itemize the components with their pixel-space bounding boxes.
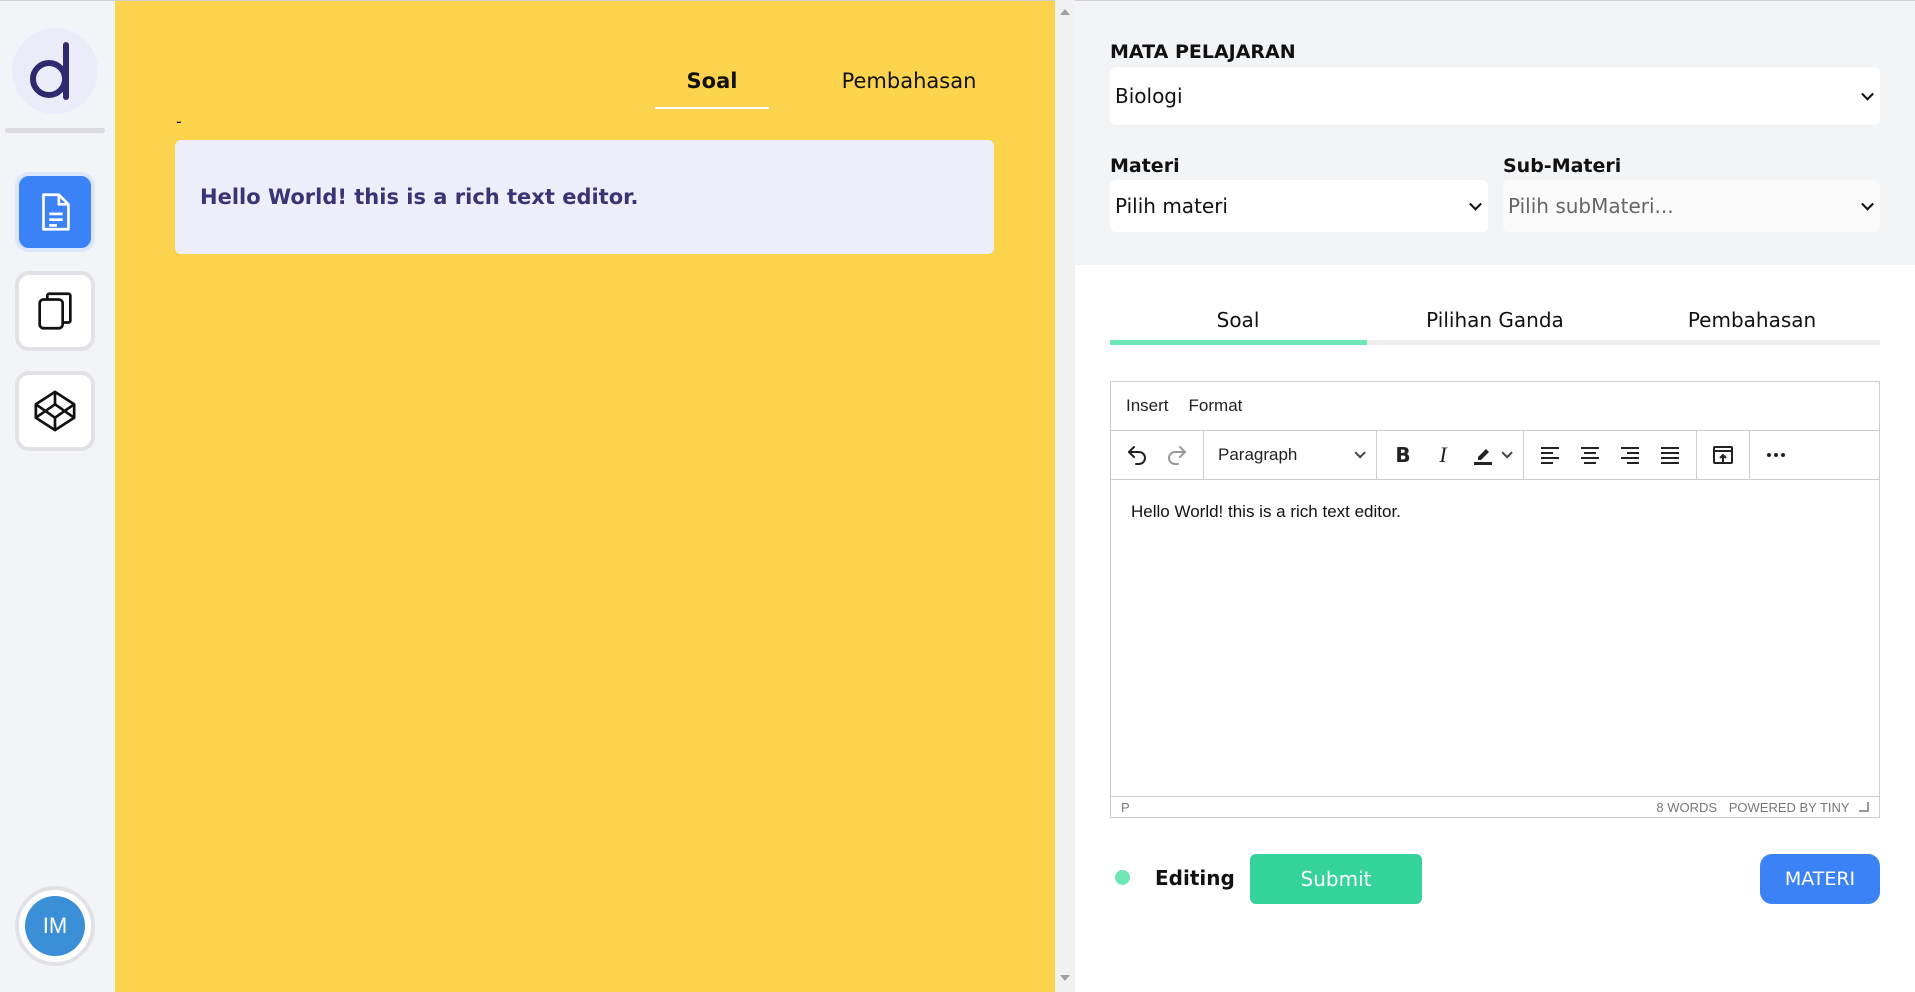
more-icon xyxy=(1767,453,1785,457)
materi-select-value: Pilih materi xyxy=(1115,194,1228,218)
copy-icon xyxy=(38,292,72,330)
preview-question-text: Hello World! this is a rich text editor. xyxy=(200,185,639,209)
nav-soal-button[interactable] xyxy=(15,172,95,252)
scroll-up-arrow-icon[interactable] xyxy=(1060,9,1070,15)
logo-d-icon xyxy=(30,42,69,100)
block-format-group: Paragraph xyxy=(1204,431,1377,479)
active-tab-indicator xyxy=(1110,340,1367,345)
align-right-icon xyxy=(1621,447,1639,464)
editor-toolbar: Paragraph B I xyxy=(1111,431,1879,480)
submateri-label: Sub-Materi xyxy=(1503,155,1622,177)
editor-paragraph[interactable]: Hello World! this is a rich text editor. xyxy=(1131,502,1859,522)
highlight-button[interactable] xyxy=(1463,437,1517,473)
highlight-icon xyxy=(1474,449,1492,465)
subject-filter-section: MATA PELAJARAN Biologi Materi Sub-Materi… xyxy=(1075,0,1915,265)
materi-button[interactable]: MATERI xyxy=(1760,854,1880,904)
submit-button[interactable]: Submit xyxy=(1250,854,1422,904)
tab-soal[interactable]: Soal xyxy=(1110,308,1366,332)
statusbar-right: 8 WORDS POWERED BY TINY xyxy=(1648,800,1869,815)
codepen-icon xyxy=(34,390,76,432)
align-justify-icon xyxy=(1661,447,1679,464)
word-count: 8 WORDS xyxy=(1656,799,1718,815)
sidebar-divider xyxy=(5,128,105,133)
chevron-down-icon xyxy=(1469,197,1482,211)
avatar: IM xyxy=(25,896,85,956)
element-path[interactable]: P xyxy=(1121,800,1130,815)
align-right-button[interactable] xyxy=(1610,437,1650,473)
editor-statusbar: P 8 WORDS POWERED BY TINY xyxy=(1111,796,1879,817)
chevron-down-icon xyxy=(1861,87,1874,101)
undo-icon xyxy=(1128,446,1146,465)
editor-content-area[interactable]: Hello World! this is a rich text editor. xyxy=(1111,480,1879,796)
user-avatar-button[interactable]: IM xyxy=(15,886,95,966)
tab-pembahasan[interactable]: Pembahasan xyxy=(1624,308,1880,332)
preview-tab-indicator xyxy=(655,107,769,109)
materi-select[interactable]: Pilih materi xyxy=(1110,180,1488,232)
align-center-icon xyxy=(1581,447,1599,464)
sidebar: IM xyxy=(0,0,115,992)
menu-format[interactable]: Format xyxy=(1189,396,1243,416)
nav-copy-button[interactable] xyxy=(15,271,95,351)
submateri-select-placeholder: Pilih subMateri... xyxy=(1508,194,1674,218)
document-icon xyxy=(42,193,70,231)
question-preview-panel: Soal Pembahasan - Hello World! this is a… xyxy=(115,0,1055,992)
preview-question-card: Hello World! this is a rich text editor. xyxy=(175,140,994,254)
block-format-select[interactable]: Paragraph xyxy=(1210,437,1370,473)
more-button[interactable] xyxy=(1756,437,1796,473)
mapel-select[interactable]: Biologi xyxy=(1110,67,1880,125)
chevron-down-icon xyxy=(1501,447,1513,459)
preview-tab-pembahasan[interactable]: Pembahasan xyxy=(809,69,1009,93)
submateri-select[interactable]: Pilih subMateri... xyxy=(1503,180,1880,232)
align-center-button[interactable] xyxy=(1570,437,1610,473)
align-justify-button[interactable] xyxy=(1650,437,1690,473)
materi-label: Materi xyxy=(1110,155,1180,177)
tab-pilihan-ganda[interactable]: Pilihan Ganda xyxy=(1367,308,1623,332)
mapel-label: MATA PELAJARAN xyxy=(1110,41,1296,63)
history-group xyxy=(1111,431,1204,479)
alignment-group xyxy=(1524,431,1697,479)
upload-button[interactable] xyxy=(1703,437,1743,473)
italic-icon: I xyxy=(1439,442,1447,467)
editing-status-dot xyxy=(1115,870,1130,885)
editing-status-label: Editing xyxy=(1155,866,1235,890)
editor-panel: MATA PELAJARAN Biologi Materi Sub-Materi… xyxy=(1075,0,1915,992)
align-left-icon xyxy=(1541,447,1559,464)
undo-button[interactable] xyxy=(1117,437,1157,473)
block-format-value: Paragraph xyxy=(1218,445,1298,464)
italic-button[interactable]: I xyxy=(1423,437,1463,473)
question-number: - xyxy=(176,112,182,131)
bold-icon: B xyxy=(1395,443,1411,467)
redo-icon xyxy=(1168,446,1186,465)
scroll-down-arrow-icon[interactable] xyxy=(1060,975,1070,981)
rich-text-editor: Insert Format Paragraph B I Hello World!… xyxy=(1110,381,1880,818)
nav-codepen-button[interactable] xyxy=(15,371,95,451)
insert-group xyxy=(1697,431,1750,479)
chevron-down-icon xyxy=(1861,197,1874,211)
align-left-button[interactable] xyxy=(1530,437,1570,473)
redo-button[interactable] xyxy=(1157,437,1197,473)
app-logo[interactable] xyxy=(12,28,98,114)
preview-tab-soal[interactable]: Soal xyxy=(655,69,769,93)
editor-menubar: Insert Format xyxy=(1111,382,1879,431)
bold-button[interactable]: B xyxy=(1383,437,1423,473)
mapel-select-value: Biologi xyxy=(1115,84,1183,108)
menu-insert[interactable]: Insert xyxy=(1126,396,1169,416)
text-style-group: B I xyxy=(1377,431,1524,479)
powered-by-link[interactable]: POWERED BY TINY xyxy=(1729,800,1850,815)
chevron-down-icon xyxy=(1354,447,1366,459)
preview-scrollbar[interactable] xyxy=(1055,0,1075,992)
editor-tabs: Soal Pilihan Ganda Pembahasan xyxy=(1110,300,1880,346)
upload-icon xyxy=(1713,446,1733,464)
resize-handle-icon[interactable] xyxy=(1859,801,1869,812)
